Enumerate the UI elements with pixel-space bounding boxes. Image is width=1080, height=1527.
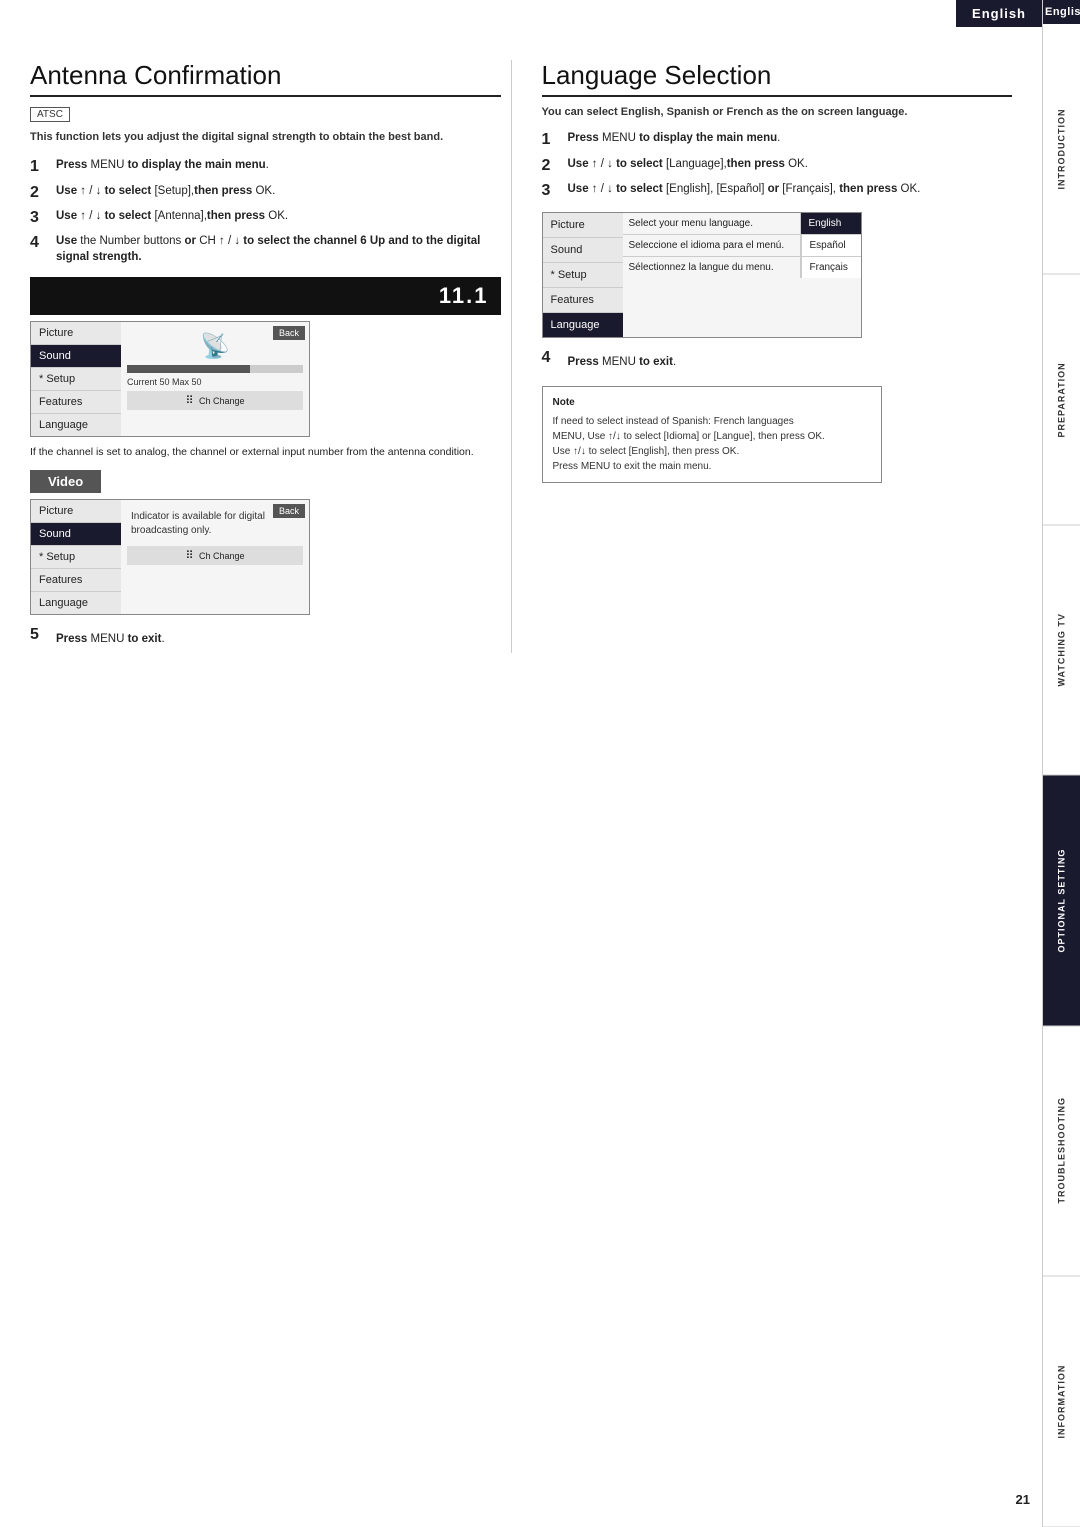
antenna-menu-box-2: Picture Sound * Setup Features Language …: [30, 499, 310, 615]
menu-item-language-2: Language: [31, 592, 121, 614]
current-label: Current 50 Max 50: [127, 377, 303, 387]
sidebar-preparation: PREPARATION: [1043, 275, 1080, 526]
sidebar-introduction: INTRODUCTION: [1043, 24, 1080, 275]
note-line-3: Use ↑/↓ to select [English], then press …: [553, 444, 871, 459]
lang-menu-features: Features: [543, 288, 623, 313]
menu-item-features-2: Features: [31, 569, 121, 592]
language-steps: 1 Press MENU to display the main menu. 2…: [542, 130, 1013, 200]
lang-value-english: English: [801, 213, 861, 234]
note-title: Note: [553, 395, 871, 410]
antenna-menu-content-1: Back 📡 Current 50 Max 50 ⠿ Ch Change: [121, 322, 309, 436]
lang-row-espanol: Seleccione el idioma para el menú. Españ…: [623, 235, 861, 257]
lang-row-francais: Sélectionnez la langue du menu. Français: [623, 257, 861, 278]
antenna-menu-content-2: Back Indicator is available for digital …: [121, 500, 309, 614]
sidebar: English INTRODUCTION PREPARATION WATCHIN…: [1042, 0, 1080, 1527]
ch-change-1: ⠿ Ch Change: [127, 391, 303, 410]
menu-item-language-1: Language: [31, 414, 121, 436]
menu-item-setup-2: * Setup: [31, 546, 121, 569]
language-step-1: 1 Press MENU to display the main menu.: [542, 130, 1013, 149]
menu-item-picture-1: Picture: [31, 322, 121, 345]
step-num-1: 1: [30, 157, 48, 176]
lang-step-num-3: 3: [542, 181, 560, 200]
lang-menu-setup: * Setup: [543, 263, 623, 288]
lang-menu-sound: Sound: [543, 238, 623, 263]
sidebar-english: English: [1043, 0, 1080, 24]
video-label: Video: [30, 470, 101, 493]
page-number: 21: [1016, 1492, 1030, 1507]
lang-step-num-2: 2: [542, 156, 560, 175]
lang-desc-francais: Sélectionnez la langue du menu.: [623, 257, 801, 278]
note-box: Note If need to select instead of Spanis…: [542, 386, 882, 483]
antenna-section: Antenna Confirmation ATSC This function …: [30, 60, 512, 653]
antenna-steps: 1 Press MENU to display the main menu. 2…: [30, 157, 501, 265]
sidebar-information: INFORMATION: [1043, 1277, 1080, 1527]
antenna-step-4: 4 Use the Number buttons or CH ↑ / ↓ to …: [30, 233, 501, 265]
sidebar-troubleshooting: TROUBLESHOOTING: [1043, 1026, 1080, 1277]
lang-value-espanol: Español: [801, 235, 861, 256]
lang-desc-espanol: Seleccione el idioma para el menú.: [623, 235, 801, 256]
back-button-1[interactable]: Back: [273, 326, 305, 340]
menu-item-sound-2: Sound: [31, 523, 121, 546]
language-step-2: 2 Use ↑ / ↓ to select [Language],then pr…: [542, 156, 1013, 175]
language-step-3: 3 Use ↑ / ↓ to select [English], [Españo…: [542, 181, 1013, 200]
step-num-3: 3: [30, 208, 48, 227]
language-step-4: Press MENU to exit.: [568, 356, 677, 368]
lang-menu-language: Language: [543, 313, 623, 337]
menu-item-setup-1: * Setup: [31, 368, 121, 391]
language-menu-items: Picture Sound * Setup Features Language: [543, 213, 623, 337]
signal-level: [127, 365, 250, 373]
language-title: Language Selection: [542, 60, 1013, 97]
step-num-2: 2: [30, 183, 48, 202]
lang-step-num-1: 1: [542, 130, 560, 149]
antenna-title: Antenna Confirmation: [30, 60, 501, 97]
channel-display: 11.1: [30, 277, 501, 315]
lang-value-francais: Français: [801, 257, 861, 278]
atsc-badge: ATSC: [30, 107, 70, 122]
ch-dots-icon-2: ⠿: [185, 550, 193, 562]
sidebar-watching-tv: WATCHING TV: [1043, 525, 1080, 776]
antenna-step-5: Press MENU to exit.: [56, 633, 165, 645]
antenna-intro: This function lets you adjust the digita…: [30, 130, 501, 145]
ch-dots-icon: ⠿: [185, 395, 193, 407]
english-label: English: [956, 0, 1042, 27]
antenna-step-2: 2 Use ↑ / ↓ to select [Setup],then press…: [30, 183, 501, 202]
lang-desc-english: Select your menu language.: [623, 213, 801, 234]
note-line-2: MENU, Use ↑/↓ to select [Idioma] or [Lan…: [553, 429, 871, 444]
lang-step-num-4: 4: [542, 348, 560, 367]
step-text-1: Press MENU to display the main menu.: [56, 157, 501, 173]
step-num-5: 5: [30, 625, 48, 644]
language-section: Language Selection You can select Englis…: [542, 60, 1013, 653]
signal-progress-bar: [127, 365, 303, 373]
lang-row-english: Select your menu language. English: [623, 213, 861, 235]
menu-item-picture-2: Picture: [31, 500, 121, 523]
step-text-4: Use the Number buttons or CH ↑ / ↓ to se…: [56, 233, 501, 265]
menu-item-features-1: Features: [31, 391, 121, 414]
antenna-step-3: 3 Use ↑ / ↓ to select [Antenna],then pre…: [30, 208, 501, 227]
language-menu-box: Picture Sound * Setup Features Language …: [542, 212, 862, 338]
antenna-caption: If the channel is set to analog, the cha…: [30, 445, 501, 460]
step-num-4: 4: [30, 233, 48, 252]
ch-change-2: ⠿ Ch Change: [127, 546, 303, 565]
menu-item-sound-1: Sound: [31, 345, 121, 368]
antenna-step-1: 1 Press MENU to display the main menu.: [30, 157, 501, 176]
lang-step-text-1: Press MENU to display the main menu.: [568, 130, 1013, 146]
lang-menu-picture: Picture: [543, 213, 623, 238]
language-content: Select your menu language. English Selec…: [623, 213, 861, 337]
step-text-3: Use ↑ / ↓ to select [Antenna],then press…: [56, 208, 501, 224]
language-intro: You can select English, Spanish or Frenc…: [542, 105, 1013, 120]
note-line-4: Press MENU to exit the main menu.: [553, 459, 871, 474]
antenna-menu-items-1: Picture Sound * Setup Features Language: [31, 322, 121, 436]
antenna-menu-box-1: Picture Sound * Setup Features Language …: [30, 321, 310, 437]
step-text-2: Use ↑ / ↓ to select [Setup],then press O…: [56, 183, 501, 199]
note-line-1: If need to select instead of Spanish: Fr…: [553, 414, 871, 429]
antenna-menu-items-2: Picture Sound * Setup Features Language: [31, 500, 121, 614]
lang-step-text-2: Use ↑ / ↓ to select [Language],then pres…: [568, 156, 1013, 172]
lang-step-text-3: Use ↑ / ↓ to select [English], [Español]…: [568, 181, 1013, 197]
back-button-2[interactable]: Back: [273, 504, 305, 518]
sidebar-optional-setting: OPTIONAL SETTING: [1043, 776, 1080, 1027]
